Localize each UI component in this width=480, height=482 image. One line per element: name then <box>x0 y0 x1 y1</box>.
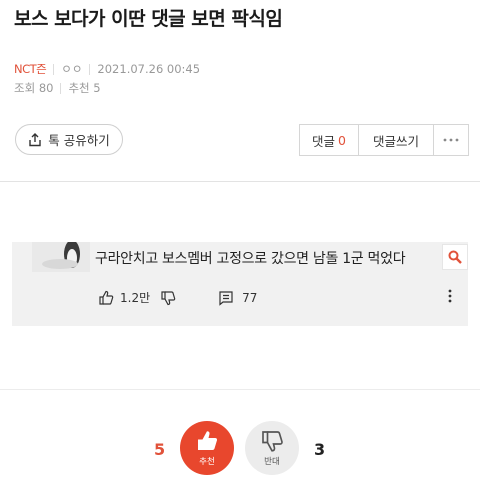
meta-divider <box>89 63 91 75</box>
thumbs-up-icon <box>99 290 114 305</box>
reply-count: 77 <box>242 290 258 305</box>
write-comment-label: 댓글쓰기 <box>372 133 419 149</box>
upvote-button[interactable]: 추천 <box>180 421 234 475</box>
comment-icon <box>219 290 233 306</box>
embedded-comment-screenshot: 구라안치고 보스멤버 고정으로 갔으면 남돌 1군 먹었다 1.2만 77 <box>12 242 468 326</box>
share-button[interactable]: 톡 공유하기 <box>15 124 123 155</box>
more-horizontal-icon <box>443 138 459 142</box>
thumbs-up-icon <box>198 431 218 450</box>
downvote-count: 3 <box>314 440 326 459</box>
post-stats: 조회 80 추천 5 <box>14 80 101 96</box>
section-divider <box>0 181 480 182</box>
board-name[interactable]: NCT즌 <box>14 61 47 77</box>
comment-text: 구라안치고 보스멤버 고정으로 갔으면 남돌 1군 먹었다 <box>95 251 406 267</box>
write-comment-button[interactable]: 댓글쓰기 <box>359 125 434 155</box>
upvote-count: 5 <box>154 440 166 459</box>
post-date: 2021.07.26 00:45 <box>97 62 201 76</box>
post-title: 보스 보다가 이딴 댓글 보면 팍식임 <box>14 8 283 30</box>
thumbs-down-icon <box>161 290 176 305</box>
more-vertical-icon <box>448 289 452 303</box>
meta-divider <box>53 63 55 75</box>
upvote-label: 추천 <box>199 457 215 467</box>
downvote-button[interactable]: 반대 <box>245 421 299 475</box>
like-count: 1.2만 <box>120 291 151 305</box>
post-meta: NCT즌 ㅇㅇ 2021.07.26 00:45 <box>14 61 200 77</box>
author-name: ㅇㅇ <box>61 62 83 76</box>
search-button[interactable] <box>442 244 468 270</box>
search-icon <box>448 250 462 264</box>
comments-count: 0 <box>338 132 346 148</box>
share-label: 톡 공유하기 <box>48 133 110 148</box>
section-divider <box>0 389 480 390</box>
comment-action-bar: 1.2만 77 <box>98 289 257 306</box>
dislike-action <box>160 290 176 306</box>
comments-label: 댓글 <box>312 133 336 149</box>
replies-action: 77 <box>218 290 257 306</box>
meta-divider <box>60 82 62 94</box>
comments-button[interactable]: 댓글 0 <box>300 125 359 155</box>
view-count: 조회 80 <box>14 81 54 95</box>
thumbs-down-icon <box>262 431 283 452</box>
share-icon <box>29 132 41 146</box>
more-options-button[interactable] <box>434 125 468 155</box>
recommend-count: 추천 5 <box>68 81 101 95</box>
downvote-label: 반대 <box>264 457 280 467</box>
avatar <box>32 242 90 272</box>
like-action: 1.2만 <box>98 289 150 306</box>
comment-actions: 댓글 0 댓글쓰기 <box>299 124 469 156</box>
